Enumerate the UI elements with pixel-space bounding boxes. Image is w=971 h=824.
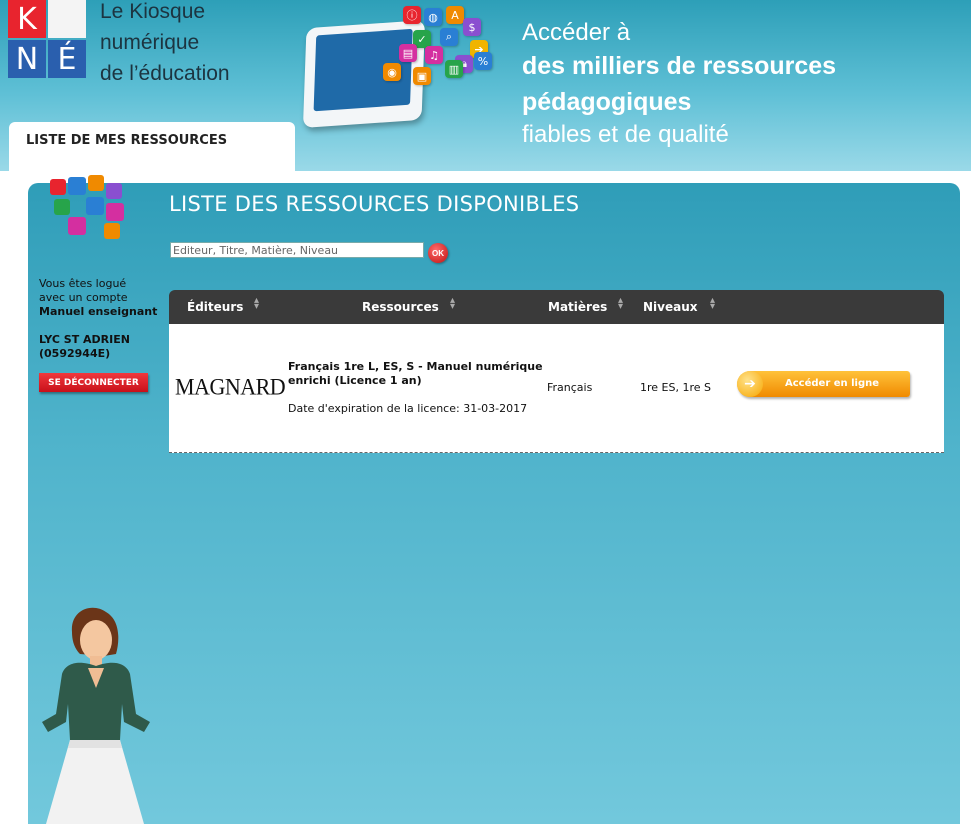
school-info: LYC ST ADRIEN (0592944E) — [39, 333, 130, 361]
sort-icon[interactable]: ▴ ▾ — [254, 296, 259, 312]
info-icon: ⓘ — [403, 6, 421, 24]
rss-icon: ◉ — [383, 63, 401, 81]
logo-letter-k: K — [8, 0, 46, 38]
kne-logo[interactable]: K N É — [8, 0, 88, 80]
tagline-line-1: Accéder à — [522, 19, 631, 46]
tab-my-resources[interactable]: LISTE DE MES RESSOURCES — [9, 122, 295, 171]
login-status-line-1: Vous êtes logué — [39, 277, 127, 290]
dollar-icon: $ — [463, 18, 481, 36]
column-header-publishers[interactable]: Éditeurs — [187, 300, 243, 314]
logo-letter-e: É — [48, 40, 86, 78]
column-header-resources[interactable]: Ressources — [362, 300, 439, 314]
search-icon: ⌕ — [440, 28, 458, 46]
logo-letter-n: N — [8, 40, 46, 78]
site-header: K N É Le Kiosque numérique de l’éducatio… — [0, 0, 971, 171]
logo-line-1: Le Kiosque — [100, 0, 206, 23]
document-icon: ▥ — [445, 60, 463, 78]
globe-icon: ◍ — [424, 8, 442, 26]
logo-line-2: numérique — [100, 31, 200, 54]
tab-my-resources-label: LISTE DE MES RESSOURCES — [26, 133, 228, 148]
search-ok-button[interactable]: OK — [428, 243, 448, 263]
resource-subject: Français — [547, 381, 593, 394]
sort-icon[interactable]: ▴ ▾ — [450, 296, 455, 312]
login-status-line-2: avec un compte — [39, 291, 128, 304]
arrow-right-icon: ➔ — [737, 371, 763, 397]
account-role: Manuel enseignant — [39, 305, 158, 318]
tagline: Accéder à des milliers de ressources péd… — [522, 18, 971, 150]
logo-line-3: de l’éducation — [100, 62, 230, 85]
teacher-illustration — [42, 607, 150, 824]
column-header-subjects[interactable]: Matières — [548, 300, 607, 314]
sort-icon[interactable]: ▴ ▾ — [618, 296, 623, 312]
page-title: LISTE DES RESSOURCES DISPONIBLES — [169, 192, 580, 216]
image-icon: ▣ — [413, 67, 431, 85]
logo-text: Le Kiosque numérique de l’éducation — [100, 0, 230, 89]
school-name: LYC ST ADRIEN — [39, 333, 130, 346]
folder-icon: ▤ — [399, 44, 417, 62]
access-online-button[interactable]: ➔ Accéder en ligne — [737, 371, 910, 397]
tablet-illustration — [302, 20, 426, 128]
sort-icon[interactable]: ▴ ▾ — [710, 296, 715, 312]
resource-levels: 1re ES, 1re S — [640, 381, 711, 394]
resource-title: Français 1re L, ES, S - Manuel numérique… — [288, 360, 543, 387]
tagline-line-2: des milliers de ressources pédagogiques — [522, 52, 837, 116]
tagline-line-3: fiables et de qualité — [522, 121, 729, 148]
user-info: Vous êtes logué avec un compte Manuel en… — [39, 277, 157, 319]
music-icon: ♫ — [425, 46, 443, 64]
license-expiry: Date d'expiration de la licence: 31-03-2… — [288, 402, 528, 415]
resources-table-header: Éditeurs ▴ ▾ Ressources ▴ ▾ Matières ▴ ▾ Ni… — [169, 290, 944, 324]
school-code: (0592944E) — [39, 347, 111, 360]
column-header-levels[interactable]: Niveaux — [643, 300, 698, 314]
search-input[interactable] — [170, 242, 424, 258]
percent-icon: % — [474, 52, 492, 70]
table-row: MAGNARD Français 1re L, ES, S - Manuel n… — [169, 324, 944, 453]
app-icons-cluster — [50, 175, 124, 239]
main-panel — [28, 183, 960, 824]
text-icon: A — [446, 6, 464, 24]
access-online-label: Accéder en ligne — [785, 378, 880, 389]
publisher-logo: MAGNARD — [175, 373, 286, 400]
logout-button[interactable]: SE DÉCONNECTER — [39, 373, 148, 392]
logo-corner-cell — [48, 0, 86, 38]
